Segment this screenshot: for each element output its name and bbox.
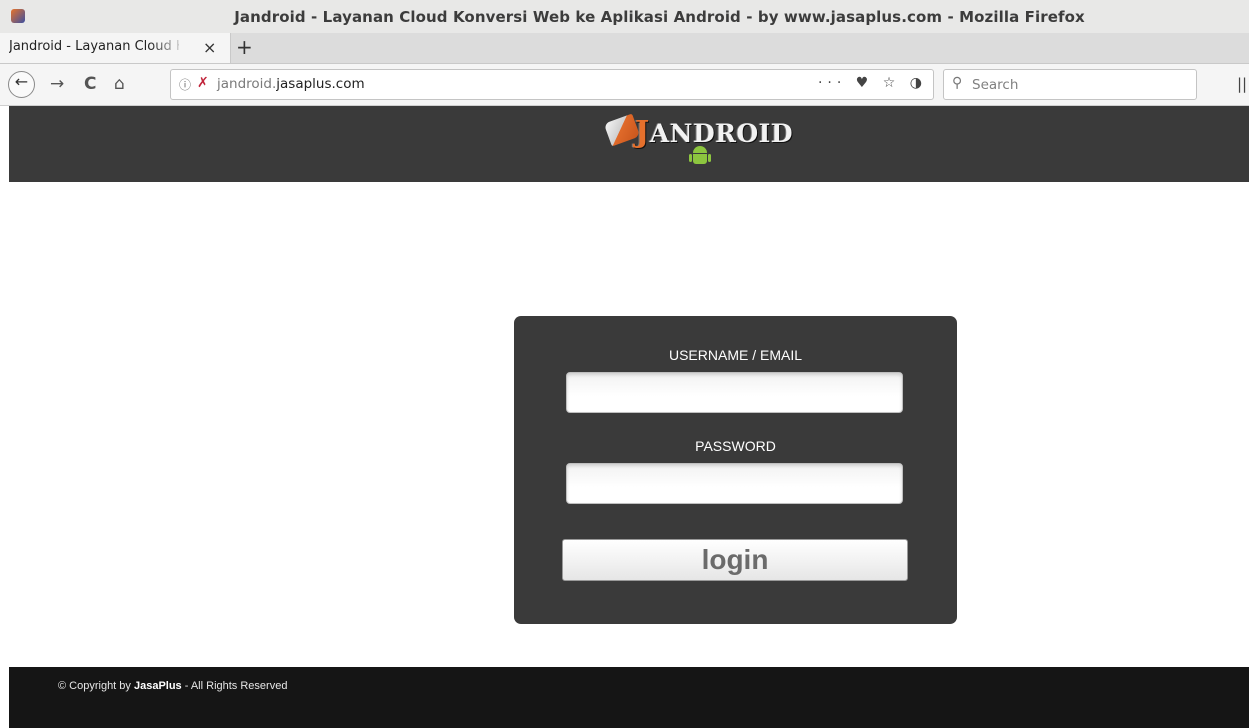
tab-jandroid[interactable]: Jandroid - Layanan Cloud Konversi Web ke… [0, 33, 231, 63]
insecure-connection-icon[interactable]: ✗ [197, 75, 209, 91]
password-label: PASSWORD [695, 438, 776, 454]
jandroid-logo[interactable]: JANDROID [599, 113, 793, 170]
home-icon[interactable]: ⌂ [114, 74, 125, 94]
login-button[interactable]: login [562, 539, 908, 581]
site-info-icon[interactable]: ⓘ [179, 76, 193, 92]
back-button[interactable]: ← [8, 71, 35, 98]
tab-strip: Jandroid - Layanan Cloud Konversi Web ke… [0, 33, 1249, 64]
password-field[interactable] [566, 463, 903, 504]
search-icon: ⚲ [952, 75, 963, 91]
reload-icon[interactable]: C [84, 74, 96, 94]
window-titlebar: Jandroid - Layanan Cloud Konversi Web ke… [0, 0, 1249, 33]
site-footer: © Copyright by JasaPlus - All Rights Res… [9, 667, 1249, 728]
username-label: USERNAME / EMAIL [668, 347, 803, 363]
logo-text: JANDROID [635, 115, 794, 150]
page-actions-icons[interactable]: ··· ♥ ☆ ◑ [818, 75, 927, 91]
copyright-text: © Copyright by JasaPlus - All Rights Res… [58, 680, 288, 692]
search-box[interactable]: ⚲ [943, 69, 1197, 100]
navigation-toolbar: ← → C ⌂ ⓘ ✗ jandroid.jasaplus.com ··· ♥ … [0, 64, 1249, 106]
url-text[interactable]: jandroid.jasaplus.com [217, 76, 365, 92]
window-title: Jandroid - Layanan Cloud Konversi Web ke… [234, 8, 1085, 26]
android-robot-icon [689, 146, 711, 166]
new-tab-button[interactable]: + [236, 35, 253, 59]
tab-close-icon[interactable]: × [203, 38, 216, 57]
site-header: JANDROID [9, 106, 1249, 182]
jasaplus-link: JasaPlus [133, 680, 182, 692]
url-bar[interactable]: ⓘ ✗ jandroid.jasaplus.com ··· ♥ ☆ ◑ [170, 69, 934, 100]
search-input[interactable] [970, 74, 1189, 96]
username-field[interactable] [566, 372, 903, 413]
login-form: USERNAME / EMAIL PASSWORD login [514, 316, 957, 624]
library-icon[interactable]: |||\ [1237, 75, 1249, 93]
forward-icon[interactable]: → [50, 74, 64, 94]
